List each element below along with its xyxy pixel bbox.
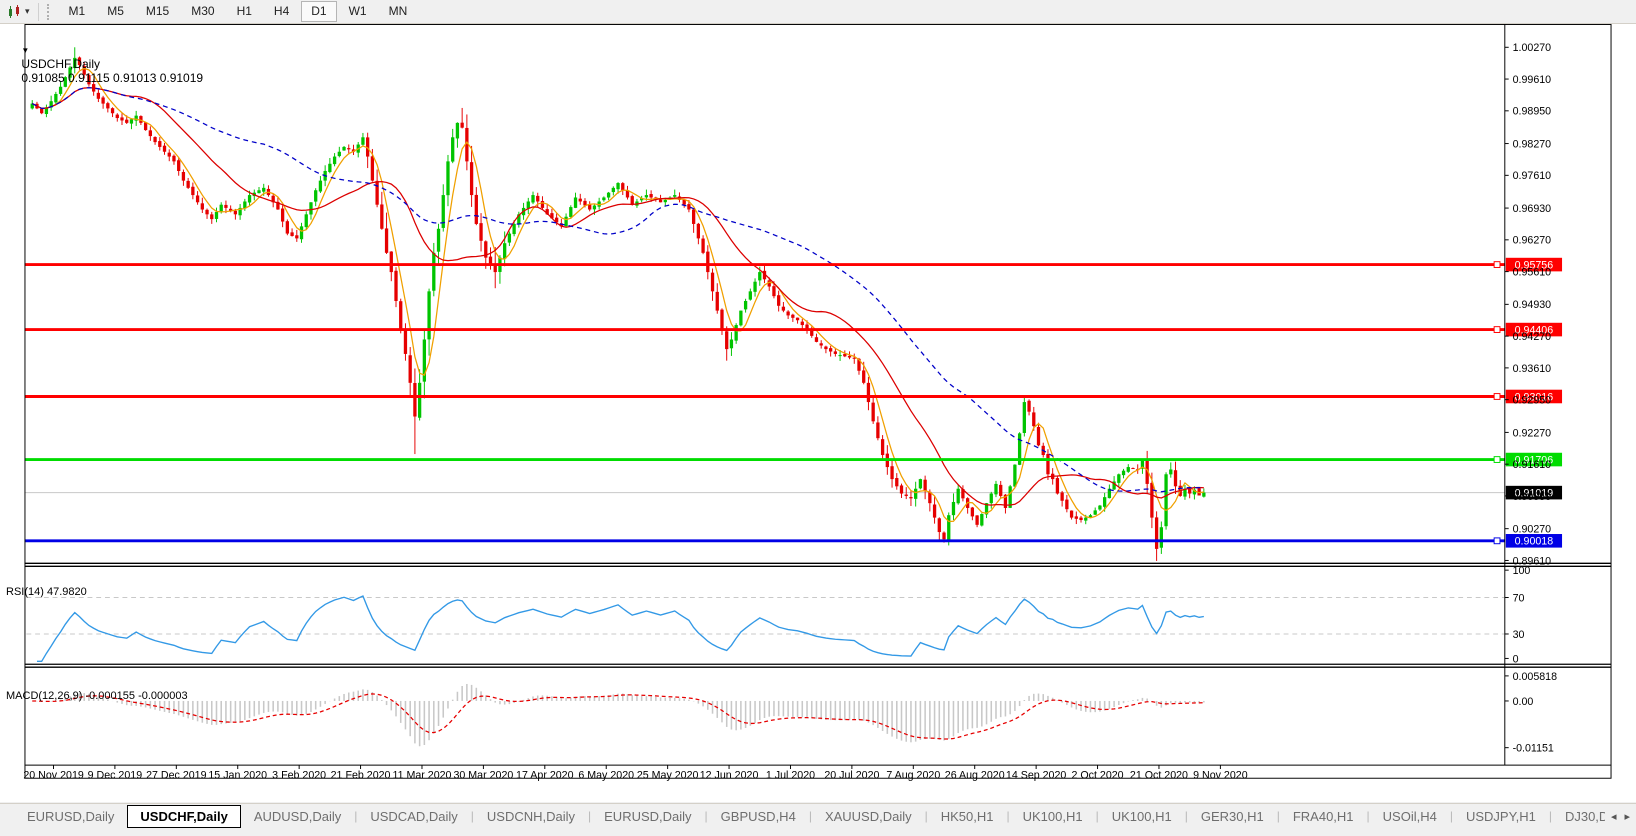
svg-text:26 Aug 2020: 26 Aug 2020 [945, 770, 1005, 782]
bottom-tab-USDJPY-H1[interactable]: USDJPY,H1 [1453, 806, 1549, 827]
svg-text:12 Jun 2020: 12 Jun 2020 [700, 770, 759, 782]
price-chart[interactable]: 0.957560.944060.930160.917060.900180.910… [0, 24, 1636, 802]
svg-text:15 Jan 2020: 15 Jan 2020 [208, 770, 267, 782]
svg-text:0.90270: 0.90270 [1513, 524, 1552, 536]
timeframe-button-M1[interactable]: M1 [59, 1, 96, 22]
chart-dropdown-button[interactable]: ▾ [2, 3, 35, 21]
bottom-tab-FRA40-H1[interactable]: FRA40,H1 [1280, 806, 1367, 827]
svg-text:0.92950: 0.92950 [1513, 395, 1552, 407]
svg-text:17 Apr 2020: 17 Apr 2020 [516, 770, 574, 782]
chart-title: ▼ USDCHF,Daily 0.91085 0.91115 0.91013 0… [8, 29, 203, 99]
bottom-tab-UK100-H1[interactable]: UK100,H1 [1010, 806, 1096, 827]
svg-text:27 Dec 2019: 27 Dec 2019 [146, 770, 207, 782]
timeframe-button-M5[interactable]: M5 [97, 1, 134, 22]
macd-indicator-label: MACD(12,26,9) -0.000155 -0.000003 [6, 690, 188, 702]
bottom-tab-XAUUSD-Daily[interactable]: XAUUSD,Daily [812, 806, 925, 827]
svg-text:0.96930: 0.96930 [1513, 203, 1552, 215]
svg-text:0.005818: 0.005818 [1513, 671, 1558, 683]
timeframe-button-M30[interactable]: M30 [181, 1, 224, 22]
toolbar-separator [38, 3, 39, 21]
timeframe-button-M15[interactable]: M15 [136, 1, 179, 22]
ohlc-values: 0.91085 0.91115 0.91013 0.91019 [21, 71, 203, 85]
svg-text:0.00: 0.00 [1513, 696, 1534, 708]
timeframe-toolbar: ▾ M1M5M15M30H1H4D1W1MN [0, 0, 1636, 24]
svg-text:14 Sep 2020: 14 Sep 2020 [1006, 770, 1067, 782]
svg-text:3 Feb 2020: 3 Feb 2020 [272, 770, 326, 782]
toolbar-grip[interactable] [47, 4, 53, 20]
bottom-tab-UK100-H1[interactable]: UK100,H1 [1099, 806, 1185, 827]
chart-window: 0.957560.944060.930160.917060.900180.910… [0, 24, 1636, 802]
svg-text:30 Mar 2020: 30 Mar 2020 [453, 770, 513, 782]
bottom-tab-EURUSD-Daily[interactable]: EURUSD,Daily [14, 806, 127, 827]
svg-text:-0.01151: -0.01151 [1513, 743, 1554, 755]
svg-text:20 Nov 2019: 20 Nov 2019 [23, 770, 84, 782]
bottom-tab-HK50-H1[interactable]: HK50,H1 [928, 806, 1007, 827]
svg-text:6 May 2020: 6 May 2020 [578, 770, 634, 782]
svg-text:21 Oct 2020: 21 Oct 2020 [1130, 770, 1188, 782]
svg-text:1.00270: 1.00270 [1513, 42, 1552, 54]
bottom-tab-USDCHF-Daily[interactable]: USDCHF,Daily [127, 805, 240, 828]
bottom-tab-AUDUSD-Daily[interactable]: AUDUSD,Daily [241, 806, 354, 827]
timeframe-button-H1[interactable]: H1 [227, 1, 262, 22]
candlestick-chart-icon [7, 5, 23, 19]
svg-text:7 Aug 2020: 7 Aug 2020 [886, 770, 940, 782]
chart-tab-bar: EURUSD,DailyUSDCHF,DailyAUDUSD,Daily|USD… [0, 803, 1636, 836]
svg-text:0.96270: 0.96270 [1513, 235, 1552, 247]
svg-text:0.98270: 0.98270 [1513, 138, 1552, 150]
svg-text:0.99610: 0.99610 [1513, 74, 1552, 86]
bottom-tab-GER30-H1[interactable]: GER30,H1 [1188, 806, 1277, 827]
svg-text:0.94930: 0.94930 [1513, 299, 1552, 311]
svg-text:30: 30 [1513, 629, 1525, 641]
bottom-tab-EURUSD-Daily[interactable]: EURUSD,Daily [591, 806, 704, 827]
dropdown-caret-icon: ▾ [25, 6, 30, 17]
timeframe-button-D1[interactable]: D1 [301, 1, 336, 22]
timeframe-button-H4[interactable]: H4 [264, 1, 299, 22]
svg-text:20 Jul 2020: 20 Jul 2020 [824, 770, 879, 782]
tabs-scroll-left-icon[interactable]: ◂ [1611, 810, 1617, 823]
tabs-scroll-right-icon[interactable]: ▸ [1624, 810, 1630, 823]
svg-text:2 Oct 2020: 2 Oct 2020 [1071, 770, 1123, 782]
symbol-period-label: USDCHF,Daily [21, 57, 100, 71]
svg-text:0.91610: 0.91610 [1513, 459, 1552, 471]
timeframe-buttons: M1M5M15M30H1H4D1W1MN [58, 1, 419, 22]
svg-text:21 Feb 2020: 21 Feb 2020 [331, 770, 391, 782]
collapse-triangle-icon[interactable]: ▼ [21, 46, 29, 55]
svg-text:0.95610: 0.95610 [1513, 266, 1552, 278]
bottom-tab-USOil-H4[interactable]: USOil,H4 [1370, 806, 1450, 827]
bottom-tab-USDCAD-Daily[interactable]: USDCAD,Daily [357, 806, 470, 827]
rsi-indicator-label: RSI(14) 47.9820 [6, 586, 87, 598]
svg-text:11 Mar 2020: 11 Mar 2020 [392, 770, 451, 782]
svg-text:0.90950: 0.90950 [1513, 491, 1552, 503]
svg-text:0.97610: 0.97610 [1513, 170, 1552, 182]
bottom-tab-DJ30-Daily[interactable]: DJ30,Daily [1552, 806, 1605, 827]
svg-text:0.90018: 0.90018 [1515, 536, 1554, 548]
svg-text:0.94270: 0.94270 [1513, 331, 1552, 343]
svg-text:70: 70 [1513, 592, 1525, 604]
svg-text:1 Jul 2020: 1 Jul 2020 [766, 770, 815, 782]
chart-tabs: EURUSD,DailyUSDCHF,DailyAUDUSD,Daily|USD… [0, 804, 1605, 828]
timeframe-button-MN[interactable]: MN [379, 1, 418, 22]
bottom-tab-USDCNH-Daily[interactable]: USDCNH,Daily [474, 806, 588, 827]
svg-text:9 Nov 2020: 9 Nov 2020 [1193, 770, 1248, 782]
timeframe-button-W1[interactable]: W1 [339, 1, 377, 22]
svg-text:0.93610: 0.93610 [1513, 363, 1552, 375]
svg-text:0: 0 [1513, 653, 1519, 665]
svg-text:25 May 2020: 25 May 2020 [637, 770, 699, 782]
bottom-tab-GBPUSD-H4[interactable]: GBPUSD,H4 [708, 806, 809, 827]
svg-text:9 Dec 2019: 9 Dec 2019 [88, 770, 143, 782]
svg-text:0.98950: 0.98950 [1513, 106, 1552, 118]
svg-text:0.92270: 0.92270 [1513, 427, 1552, 439]
